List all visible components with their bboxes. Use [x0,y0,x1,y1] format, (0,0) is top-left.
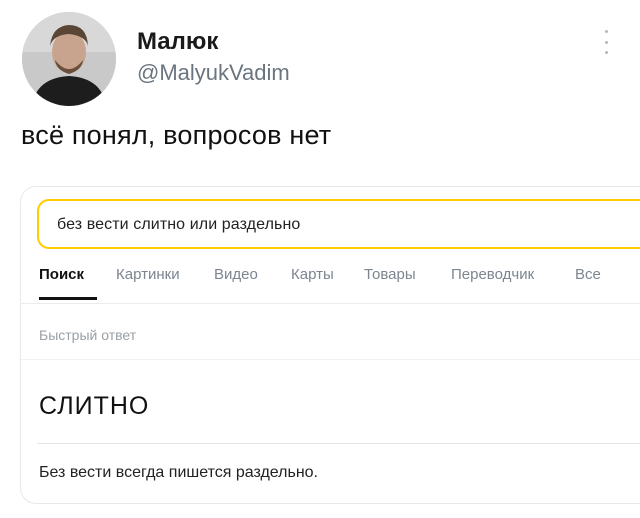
tab-search: Поиск [39,266,85,283]
display-name[interactable]: Малюк [137,28,218,56]
search-input: без вести слитно или раздельно [37,199,640,249]
tab-video: Видео [214,266,258,283]
active-tab-indicator [39,297,97,300]
avatar[interactable] [22,12,116,106]
tab-translator: Переводчик [451,266,535,283]
tabs-divider [21,303,640,304]
tab-products: Товары [364,266,416,283]
section-divider [21,359,640,360]
tab-images: Картинки [116,266,180,283]
answer-divider [37,443,640,444]
avatar-photo [22,12,116,106]
quick-answer-label: Быстрый ответ [39,327,137,343]
more-vertical-icon[interactable] [600,30,612,54]
answer-body: Без вести всегда пишется раздельно. [39,464,318,481]
user-handle[interactable]: @MalyukVadim [137,60,290,86]
post-text: всё понял, вопросов нет [21,120,332,150]
tab-all: Все [575,266,601,283]
search-query-text: без вести слитно или раздельно [57,216,301,233]
attached-screenshot[interactable]: без вести слитно или раздельно Поиск Кар… [20,186,640,504]
tab-maps: Карты [291,266,334,283]
answer-title: СЛИТНО [39,392,150,420]
